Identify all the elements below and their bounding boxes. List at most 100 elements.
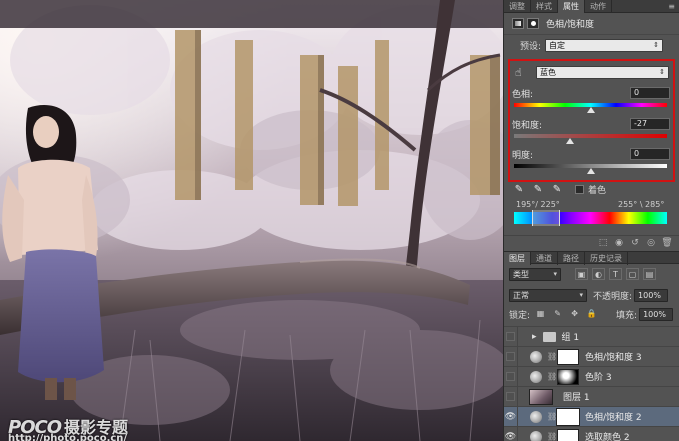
properties-header: 色相/饱和度 [504, 13, 679, 35]
chevron-down-icon: ▾ [553, 269, 557, 278]
range-right-degrees: 255° \ 285° [618, 200, 665, 209]
select-arrows-icon: ⇕ [653, 40, 660, 49]
hidden-checkbox-icon [506, 352, 515, 361]
opacity-input[interactable]: 100% [634, 288, 669, 302]
tab-paths[interactable]: 路径 [558, 252, 585, 265]
tab-channels[interactable]: 通道 [531, 252, 558, 265]
hidden-checkbox-icon [506, 392, 515, 401]
adjustment-layer-icon [530, 410, 542, 423]
hidden-checkbox-icon [506, 332, 515, 341]
expand-arrow-icon[interactable]: ▸ [532, 332, 537, 342]
highlight-box [508, 59, 675, 182]
layer-image-thumbnail[interactable] [529, 388, 553, 405]
layer-name: 色相/饱和度 2 [585, 413, 642, 423]
range-left-degrees: 195°/ 225° [516, 200, 560, 209]
layer-mask-thumbnail[interactable] [557, 368, 579, 385]
watermark: POCO 摄影专题 http://photo.poco.cn/ [8, 414, 128, 441]
layer-row-selected[interactable]: 👁 ⛓ 色相/饱和度 2 [504, 406, 679, 427]
folder-icon [542, 331, 556, 342]
filter-adjustment-icon[interactable]: ◐ [592, 268, 605, 280]
panel-menu-icon[interactable]: ≡ [668, 0, 679, 12]
layer-visibility-toggle[interactable] [504, 346, 518, 367]
layer-mask-thumbnail[interactable] [556, 407, 580, 426]
lock-transparent-icon[interactable]: ▦ [534, 308, 547, 320]
preset-value: 自定 [549, 40, 566, 50]
tab-adjustments[interactable]: 调整 [504, 0, 531, 13]
fill-label: 填充: [616, 310, 638, 321]
layer-name: 色阶 3 [585, 373, 612, 383]
link-icon[interactable]: ⛓ [547, 412, 557, 421]
delete-icon[interactable]: 🗑 [659, 238, 675, 248]
chevron-down-icon: ▾ [579, 290, 583, 299]
layer-mask-thumbnail[interactable] [557, 348, 579, 365]
adjustment-icon[interactable] [512, 18, 524, 29]
preset-row: 预设: 自定 ⇕ [504, 35, 679, 55]
lock-row: 锁定: ▦ ✎ ✥ 🔒 填充: 100% [504, 307, 679, 321]
layer-visibility-toggle[interactable] [504, 386, 518, 407]
layer-visibility-toggle[interactable]: 👁 [504, 406, 518, 427]
tab-properties[interactable]: 属性 [558, 0, 585, 13]
adjustment-layer-icon [530, 350, 542, 363]
layer-row[interactable]: 图层 1 [504, 386, 679, 407]
layer-mask-thumbnail[interactable] [557, 428, 579, 441]
watermark-url: http://photo.poco.cn/ [8, 433, 128, 441]
visibility-icon[interactable]: ◎ [643, 238, 659, 248]
blend-mode-value: 正常 [513, 290, 529, 300]
link-icon[interactable]: ⛓ [547, 432, 557, 441]
preset-select[interactable]: 自定 ⇕ [545, 38, 664, 52]
blend-row: 正常 ▾ 不透明度: 100% [504, 288, 679, 302]
view-previous-icon[interactable]: ◉ [611, 238, 627, 248]
adjustment-layer-icon [530, 430, 542, 441]
right-panel: 调整 样式 属性 动作 ≡ 色相/饱和度 预设: 自定 ⇕ ☝ 蓝色 ⇕ 色相:… [503, 0, 679, 441]
lock-move-icon[interactable]: ✥ [568, 308, 581, 320]
filter-smart-icon[interactable]: ▤ [643, 268, 656, 280]
layer-row[interactable]: ▸ 组 1 [504, 326, 679, 347]
adjustment-layer-icon [530, 370, 542, 383]
preset-label: 预设: [520, 41, 542, 52]
properties-tabbar: 调整 样式 属性 动作 ≡ [504, 0, 679, 13]
fill-input[interactable]: 100% [639, 307, 674, 321]
filter-kind-select[interactable]: 类型 ▾ [509, 267, 561, 281]
layers-tabbar: 图层 通道 路径 历史记录 [504, 251, 679, 265]
layer-row[interactable]: ⛓ 色阶 3 [504, 366, 679, 387]
eyedropper-toolbar: ✎ ✎ ✎ 着色 [512, 183, 606, 196]
filter-type-icon[interactable]: T [609, 268, 622, 280]
filter-pixel-icon[interactable]: ▣ [575, 268, 588, 280]
layer-name: 色相/饱和度 3 [585, 353, 642, 363]
layer-row[interactable]: 👁 ⛓ 选取颜色 2 [504, 426, 679, 441]
tab-actions[interactable]: 动作 [585, 0, 612, 13]
layer-row[interactable]: ⛓ 色相/饱和度 3 [504, 346, 679, 367]
filter-shape-icon[interactable]: ▢ [626, 268, 639, 280]
layer-visibility-toggle[interactable]: 👁 [504, 426, 518, 441]
colorize-label: 着色 [588, 186, 607, 196]
opacity-label: 不透明度: [593, 291, 633, 302]
tab-history[interactable]: 历史记录 [585, 252, 628, 265]
colorize-checkbox[interactable] [575, 185, 584, 194]
tab-styles[interactable]: 样式 [531, 0, 558, 13]
eyedropper-plus-icon[interactable]: ✎ [531, 183, 545, 196]
eye-icon: 👁 [504, 411, 517, 422]
link-icon[interactable]: ⛓ [547, 372, 557, 381]
layer-visibility-toggle[interactable] [504, 366, 518, 387]
properties-bottom-toolbar: ⬚ ◉ ↺ ◎ 🗑 [504, 235, 679, 249]
layer-visibility-toggle[interactable] [504, 326, 518, 347]
eyedropper-minus-icon[interactable]: ✎ [550, 183, 564, 196]
lock-all-icon[interactable]: 🔒 [585, 308, 598, 320]
hidden-checkbox-icon [506, 372, 515, 381]
range-selection[interactable] [532, 210, 560, 226]
layer-name: 选取颜色 2 [585, 433, 630, 441]
lock-label: 锁定: [509, 310, 531, 321]
tab-layers[interactable]: 图层 [504, 252, 531, 265]
blend-mode-select[interactable]: 正常 ▾ [509, 288, 587, 302]
mask-icon[interactable] [527, 18, 539, 29]
document-canvas[interactable]: POCO 摄影专题 http://photo.poco.cn/ [0, 0, 503, 441]
lock-paint-icon[interactable]: ✎ [551, 308, 564, 320]
properties-title: 色相/饱和度 [546, 20, 595, 30]
forest-photo [0, 0, 503, 441]
opacity-value: 100% [638, 290, 661, 300]
eye-icon: 👁 [504, 431, 517, 441]
eyedropper-icon[interactable]: ✎ [512, 183, 526, 196]
link-icon[interactable]: ⛓ [547, 352, 557, 361]
reset-icon[interactable]: ↺ [627, 238, 643, 248]
clip-to-layer-icon[interactable]: ⬚ [595, 238, 611, 248]
